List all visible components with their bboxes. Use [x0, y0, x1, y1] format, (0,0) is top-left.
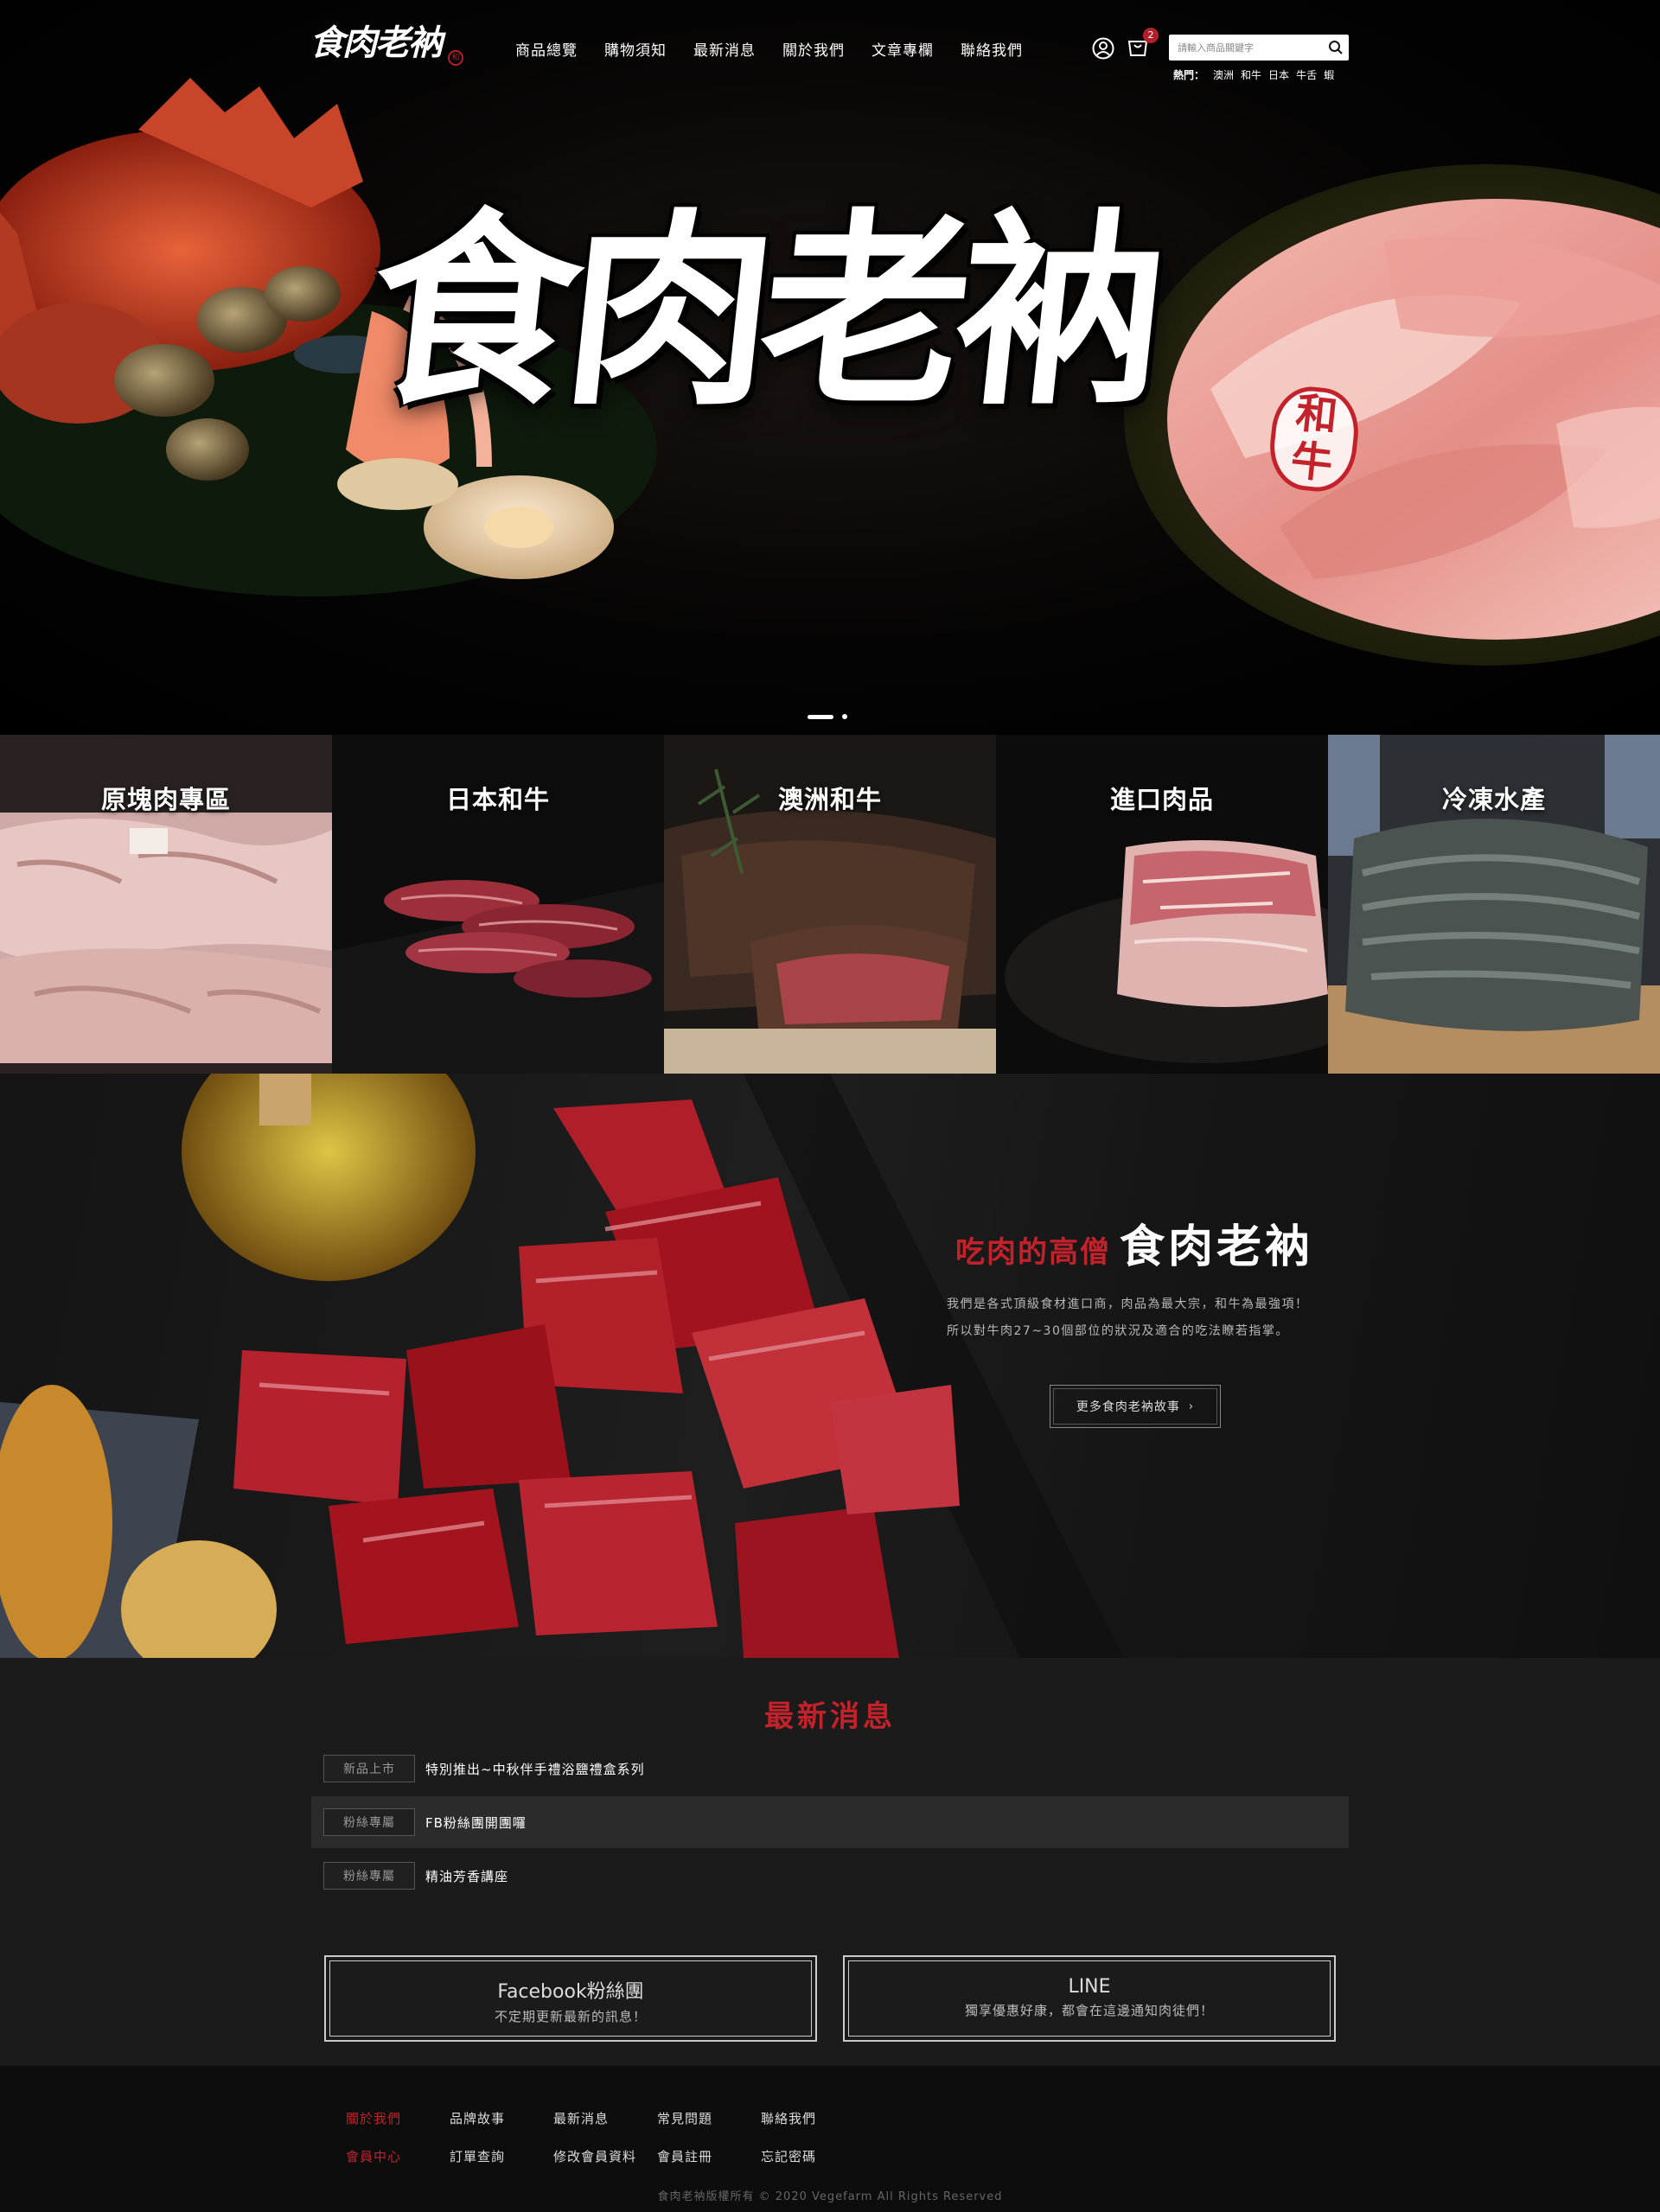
- wagyu-plate-image: [1124, 164, 1660, 666]
- footer-forgot-password[interactable]: 忘記密碼: [761, 2147, 865, 2165]
- category-japanese-wagyu[interactable]: 日本和牛: [332, 735, 664, 1074]
- facebook-subtitle: 不定期更新最新的訊息！: [494, 2009, 647, 2024]
- news-tag: 粉絲專屬: [323, 1862, 415, 1890]
- chevron-right-icon: ›: [1188, 1399, 1195, 1413]
- search-icon[interactable]: [1328, 40, 1344, 55]
- category-block-meat[interactable]: 原塊肉專區: [0, 735, 332, 1074]
- category-australian-wagyu[interactable]: 澳洲和牛: [664, 735, 996, 1074]
- hot-tag-wagyu[interactable]: 和牛: [1241, 67, 1261, 82]
- cart-count-badge: 2: [1143, 28, 1159, 43]
- slider-pagination: [808, 714, 847, 719]
- news-headline: FB粉絲團開團囉: [425, 1814, 527, 1831]
- facebook-fanpage-button[interactable]: Facebook粉絲團 不定期更新最新的訊息！: [324, 1955, 817, 2042]
- news-headline: 精油芳香講座: [425, 1868, 509, 1884]
- footer-contact[interactable]: 聯絡我們: [761, 2109, 865, 2127]
- footer-news[interactable]: 最新消息: [553, 2109, 657, 2127]
- news-item[interactable]: 新品上市 特別推出~中秋伴手禮浴鹽禮盒系列: [311, 1743, 1349, 1794]
- about-text-line: 我們是各式頂級食材進口商，肉品為最大宗，和牛為最強項！: [947, 1297, 1309, 1311]
- copyright: 食肉老衲版權所有 © 2020 Vegefarm All Rights Rese…: [657, 2190, 1003, 2203]
- news-title: 最新消息: [764, 1699, 896, 1734]
- news-tag: 粉絲專屬: [323, 1808, 415, 1836]
- raw-beef-cubes-image: [0, 1074, 1124, 1658]
- site-header: 食肉老衲 和 商品總覽 購物須知 最新消息 關於我們 文章專欄 聯絡我們 2 熱…: [0, 0, 1660, 95]
- slide-dot-active[interactable]: [808, 714, 833, 719]
- nav-news[interactable]: 最新消息: [693, 38, 756, 60]
- hot-tag-shrimp[interactable]: 蝦: [1324, 67, 1334, 82]
- nav-shopping-guide[interactable]: 購物須知: [604, 38, 667, 60]
- news-tag: 新品上市: [323, 1755, 415, 1782]
- search-input[interactable]: [1169, 35, 1325, 61]
- logo-text: 食肉老衲: [310, 22, 443, 63]
- user-icon[interactable]: [1091, 36, 1115, 61]
- nav-about[interactable]: 關於我們: [782, 38, 845, 60]
- about-title: 吃肉的高僧 食肉老衲: [955, 1210, 1313, 1275]
- footer-about-heading[interactable]: 關於我們: [346, 2109, 450, 2127]
- site-logo[interactable]: 食肉老衲 和: [310, 17, 465, 69]
- news-item[interactable]: 粉絲專屬 FB粉絲團開團囉: [311, 1796, 1349, 1848]
- news-item[interactable]: 粉絲專屬 精油芳香講座: [311, 1850, 1349, 1902]
- category-label: 冷凍水產: [1441, 785, 1546, 814]
- hero-banner[interactable]: 食肉老衲 和牛: [0, 0, 1660, 735]
- category-label: 日本和牛: [445, 785, 550, 814]
- hot-tag-australia[interactable]: 澳洲: [1213, 67, 1234, 82]
- nav-contact[interactable]: 聯絡我們: [961, 38, 1023, 60]
- footer-faq[interactable]: 常見問題: [657, 2109, 761, 2127]
- news-section: 最新消息 新品上市 特別推出~中秋伴手禮浴鹽禮盒系列 粉絲專屬 FB粉絲團開團囉…: [0, 1658, 1660, 2066]
- logo-seal: 和: [448, 50, 463, 66]
- more-story-label: 更多食肉老衲故事: [1076, 1400, 1180, 1414]
- about-description: 我們是各式頂級食材進口商，肉品為最大宗，和牛為最強項！ 所以對牛肉27~30個部…: [947, 1291, 1362, 1345]
- category-label: 原塊肉專區: [100, 785, 231, 814]
- footer-links-member: 會員中心 訂單查詢 修改會員資料 會員註冊 忘記密碼: [346, 2147, 865, 2165]
- footer-brand-story[interactable]: 品牌故事: [450, 2109, 553, 2127]
- hot-label: 熱門：: [1173, 69, 1205, 81]
- hot-tag-japan[interactable]: 日本: [1268, 67, 1289, 82]
- category-label: 澳洲和牛: [777, 785, 882, 814]
- about-title-brand: 食肉老衲: [1120, 1221, 1314, 1273]
- about-section: 吃肉的高僧 食肉老衲 我們是各式頂級食材進口商，肉品為最大宗，和牛為最強項！ 所以…: [0, 1074, 1660, 1658]
- footer-order-query[interactable]: 訂單查詢: [450, 2147, 553, 2165]
- hot-keywords: 熱門： 澳洲 和牛 日本 牛舌 蝦: [1173, 67, 1341, 82]
- footer-edit-profile[interactable]: 修改會員資料: [553, 2147, 657, 2165]
- line-title: LINE: [1068, 1976, 1111, 1998]
- more-story-button[interactable]: 更多食肉老衲故事 ›: [1050, 1385, 1221, 1428]
- slide-dot[interactable]: [842, 714, 847, 719]
- news-headline: 特別推出~中秋伴手禮浴鹽禮盒系列: [425, 1761, 645, 1777]
- footer-member-heading[interactable]: 會員中心: [346, 2147, 450, 2165]
- line-button[interactable]: LINE 獨享優惠好康，都會在這邊通知肉徒們！: [843, 1955, 1336, 2042]
- about-title-tagline: 吃肉的高僧: [955, 1235, 1111, 1270]
- line-subtitle: 獨享優惠好康，都會在這邊通知肉徒們！: [964, 2003, 1214, 2018]
- footer-register[interactable]: 會員註冊: [657, 2147, 761, 2165]
- main-nav: 商品總覽 購物須知 最新消息 關於我們 文章專欄 聯絡我們: [515, 38, 1050, 60]
- hot-tag-beef-tongue[interactable]: 牛舌: [1296, 67, 1317, 82]
- category-frozen-seafood[interactable]: 冷凍水產: [1328, 735, 1660, 1074]
- site-footer: 關於我們 品牌故事 最新消息 常見問題 聯絡我們 會員中心 訂單查詢 修改會員資…: [0, 2066, 1660, 2212]
- nav-products[interactable]: 商品總覽: [515, 38, 578, 60]
- category-imported-meat[interactable]: 進口肉品: [996, 735, 1328, 1074]
- category-grid: 原塊肉專區 日本和牛 澳洲和牛 進口肉品 冷凍水產: [0, 735, 1660, 1074]
- facebook-title: Facebook粉絲團: [497, 1981, 644, 2003]
- category-label: 進口肉品: [1109, 785, 1214, 814]
- nav-articles[interactable]: 文章專欄: [872, 38, 934, 60]
- footer-links-about: 關於我們 品牌故事 最新消息 常見問題 聯絡我們: [346, 2109, 865, 2127]
- search-box: [1169, 35, 1349, 61]
- about-text-line: 所以對牛肉27~30個部位的狀況及適合的吃法瞭若指掌。: [947, 1324, 1289, 1338]
- hero-brand-title: 食肉老衲: [359, 189, 1166, 433]
